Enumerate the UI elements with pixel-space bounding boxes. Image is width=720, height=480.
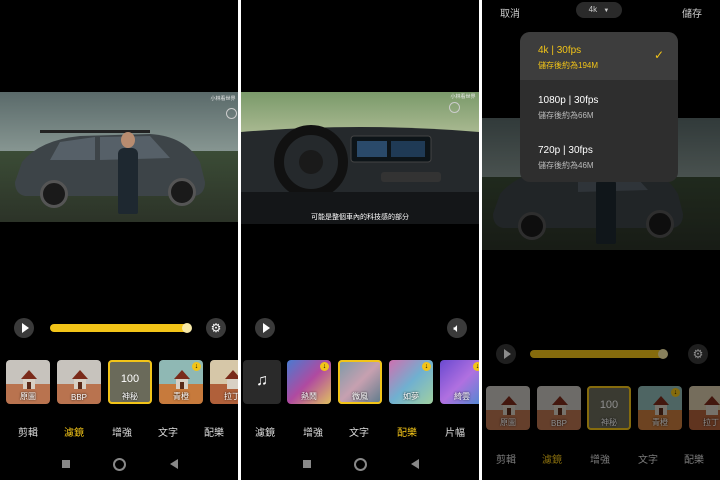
car-interior bbox=[241, 125, 479, 224]
tab-filter[interactable]: 濾鏡 bbox=[64, 424, 84, 439]
filter-intensity: 100 bbox=[120, 373, 140, 385]
download-badge-icon: ↓ bbox=[320, 362, 329, 371]
watermark-icon bbox=[226, 108, 237, 119]
resolution-option-4k[interactable]: 4k | 30fps 儲存後約為194M ✓ bbox=[520, 32, 678, 80]
filter-strip: 原圖 BBP 100 神秘 ↓ 青橙 拉丁 bbox=[0, 360, 238, 408]
tab-enhance[interactable]: 增強 bbox=[112, 424, 132, 439]
filter-tile-latin[interactable]: 拉丁 bbox=[210, 360, 238, 404]
resolution-dropdown[interactable]: 4k ▼ bbox=[576, 2, 622, 18]
filter-tile-teal-orange[interactable]: ↓ 青橙 bbox=[159, 360, 203, 404]
filter-label: 青橙 bbox=[173, 392, 189, 401]
music-label: 如夢 bbox=[403, 392, 419, 401]
option-size: 儲存後約為46M bbox=[538, 161, 594, 170]
playback-bar: ⚙ bbox=[0, 316, 238, 340]
recents-icon[interactable] bbox=[62, 460, 70, 468]
option-title: 4k | 30fps bbox=[538, 45, 582, 56]
system-nav-bar bbox=[241, 456, 479, 472]
music-tile-breeze[interactable]: 微風 bbox=[338, 360, 382, 404]
watermark-text: 小林看世界 bbox=[450, 94, 476, 100]
music-tile-lively[interactable]: ↓ 熱鬧 bbox=[287, 360, 331, 404]
watermark-icon bbox=[449, 102, 460, 113]
video-preview[interactable]: 小林看世界 bbox=[0, 92, 238, 222]
rear-wheel bbox=[168, 178, 196, 206]
music-label: 綺雲 bbox=[454, 392, 470, 401]
resolution-value: 4k bbox=[588, 5, 598, 14]
timeline-slider[interactable] bbox=[50, 323, 192, 333]
filter-tile-original[interactable]: 原圖 bbox=[6, 360, 50, 404]
check-icon: ✓ bbox=[653, 48, 664, 62]
home-icon[interactable] bbox=[354, 458, 367, 471]
resolution-option-720p[interactable]: 720p | 30fps 儲存後約為46M bbox=[520, 132, 678, 180]
video-preview[interactable]: 小林看世界 可能是整個車內的科技感的部分 bbox=[241, 92, 479, 224]
recents-icon[interactable] bbox=[303, 460, 311, 468]
editor-panel-filters: 小林看世界 ⚙ 原圖 BBP 100 神秘 ↓ 青橙 拉丁 剪輯 濾鏡 增強 文… bbox=[0, 0, 238, 480]
back-icon[interactable] bbox=[170, 459, 178, 469]
watermark-text: 小林看世界 bbox=[210, 96, 236, 102]
editor-panel-music: 小林看世界 可能是整個車內的科技感的部分 🔈︎ ♫ ↓ 熱鬧 微風 ↓ 如夢 ↓… bbox=[241, 0, 479, 480]
editor-tabs: 濾鏡 增強 文字 配樂 片幅 bbox=[241, 424, 479, 440]
tab-frame[interactable]: 片幅 bbox=[445, 424, 465, 439]
download-badge-icon: ↓ bbox=[192, 362, 201, 371]
music-strip: ♫ ↓ 熱鬧 微風 ↓ 如夢 ↓ 綺雲 bbox=[241, 360, 479, 408]
editor-tabs: 剪輯 濾鏡 增強 文字 配樂 bbox=[0, 424, 238, 440]
option-size: 儲存後約為194M bbox=[538, 61, 599, 70]
option-title: 720p | 30fps bbox=[538, 145, 593, 156]
play-button[interactable] bbox=[14, 318, 34, 338]
person bbox=[118, 148, 138, 214]
person-head bbox=[121, 132, 135, 148]
play-button[interactable] bbox=[255, 318, 275, 338]
volume-icon[interactable]: 🔈︎ bbox=[447, 318, 467, 338]
music-label: 微風 bbox=[352, 392, 368, 401]
download-badge-icon: ↓ bbox=[473, 362, 479, 371]
caret-down-icon: ▼ bbox=[603, 8, 610, 14]
music-library-tile[interactable]: ♫ bbox=[243, 360, 281, 404]
filter-tile-bbp[interactable]: BBP bbox=[57, 360, 101, 404]
save-button[interactable]: 儲存 bbox=[682, 5, 702, 20]
tab-music[interactable]: 配樂 bbox=[397, 424, 417, 439]
music-label: 熱鬧 bbox=[301, 392, 317, 401]
home-icon[interactable] bbox=[113, 458, 126, 471]
tab-edit[interactable]: 剪輯 bbox=[18, 424, 38, 439]
back-icon[interactable] bbox=[411, 459, 419, 469]
system-nav-bar bbox=[0, 456, 238, 472]
music-tile-cloud[interactable]: ↓ 綺雲 bbox=[440, 360, 479, 404]
tab-enhance[interactable]: 增強 bbox=[303, 424, 323, 439]
cancel-button[interactable]: 取消 bbox=[500, 5, 520, 20]
front-wheel bbox=[40, 180, 68, 208]
tab-text[interactable]: 文字 bbox=[158, 424, 178, 439]
filter-label: 拉丁 bbox=[224, 392, 238, 401]
music-tile-dream[interactable]: ↓ 如夢 bbox=[389, 360, 433, 404]
music-note-icon: ♫ bbox=[256, 372, 268, 389]
filter-label: BBP bbox=[70, 393, 87, 402]
playback-bar: 🔈︎ bbox=[241, 316, 479, 340]
video-subtitle: 可能是整個車內的科技感的部分 bbox=[311, 214, 409, 221]
resolution-option-1080p[interactable]: 1080p | 30fps 儲存後約為66M bbox=[520, 82, 678, 130]
timeline-knob[interactable] bbox=[182, 323, 192, 333]
editor-panel-export: ⚙ 原圖 BBP 100 神秘 ↓ 青橙 拉丁 剪輯 濾鏡 增強 文字 配樂 取… bbox=[482, 0, 720, 480]
export-top-bar: 取消 4k ▼ 儲存 bbox=[482, 0, 720, 22]
settings-icon[interactable]: ⚙ bbox=[206, 318, 226, 338]
filter-label: 神秘 bbox=[122, 392, 138, 401]
download-badge-icon: ↓ bbox=[422, 362, 431, 371]
tab-text[interactable]: 文字 bbox=[349, 424, 369, 439]
resolution-menu: 4k | 30fps 儲存後約為194M ✓ 1080p | 30fps 儲存後… bbox=[520, 32, 678, 182]
option-title: 1080p | 30fps bbox=[538, 95, 599, 106]
filter-label: 原圖 bbox=[20, 392, 36, 401]
filter-tile-mystery[interactable]: 100 神秘 bbox=[108, 360, 152, 404]
tab-filter[interactable]: 濾鏡 bbox=[255, 424, 275, 439]
tab-music[interactable]: 配樂 bbox=[204, 424, 224, 439]
option-size: 儲存後約為66M bbox=[538, 111, 594, 120]
